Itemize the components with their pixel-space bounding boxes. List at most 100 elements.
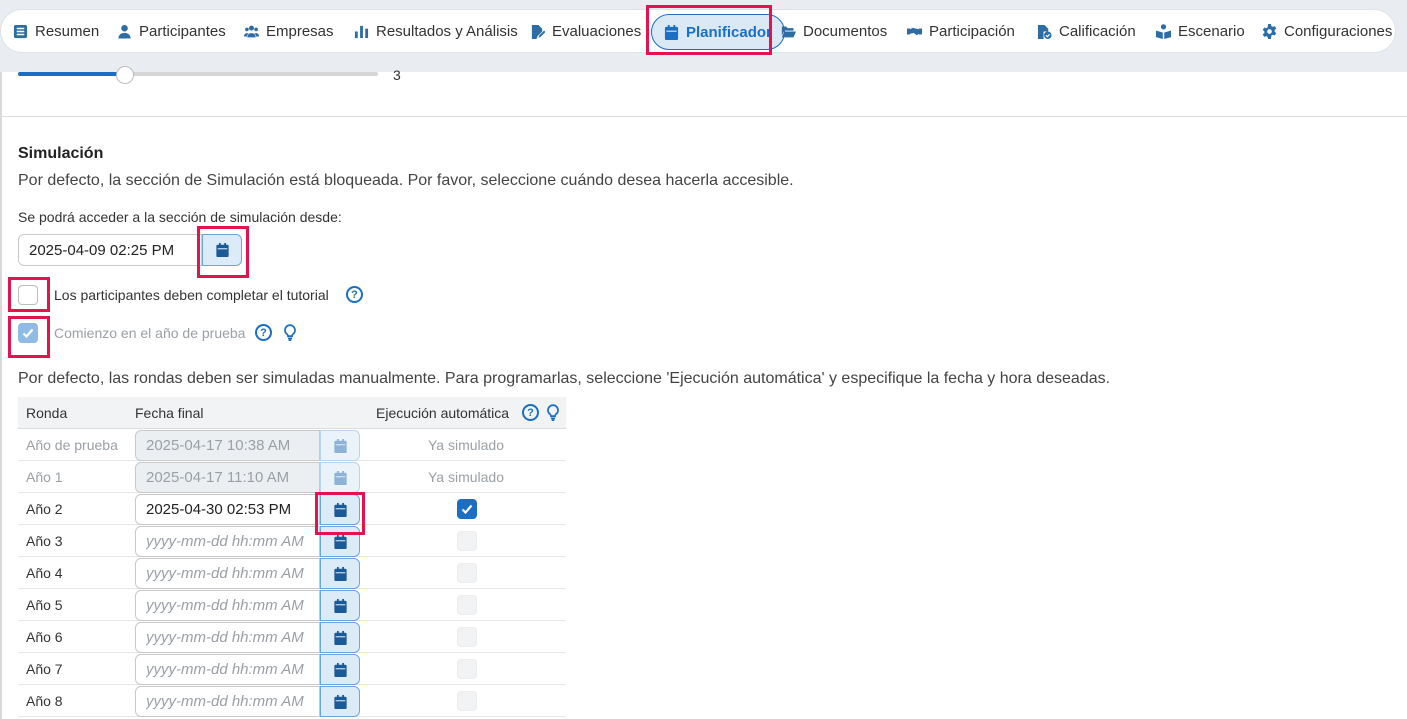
round-calendar-button[interactable] (320, 494, 360, 525)
calendar-icon (664, 24, 679, 40)
table-row: Año 2 (18, 493, 566, 525)
calendar-icon (333, 598, 347, 613)
auto-run-checkbox[interactable] (457, 627, 477, 647)
nav-item-escenario[interactable]: Escenario (1156, 10, 1245, 52)
nav-label: Participantes (139, 22, 226, 40)
trial-year-checkbox[interactable] (18, 323, 38, 343)
round-end-date-input[interactable] (135, 526, 320, 557)
slider-handle[interactable] (116, 66, 134, 84)
table-row: Año 8 (18, 685, 566, 717)
round-end-date-input[interactable] (135, 654, 320, 685)
nav-label: Documentos (803, 22, 888, 40)
round-name: Año 6 (26, 629, 63, 645)
book-reader-icon (1156, 23, 1171, 39)
nav-label: Empresas (266, 22, 334, 40)
section-title: Simulación (18, 145, 104, 162)
auto-run-checkbox[interactable] (457, 563, 477, 583)
bar-chart-icon (354, 25, 369, 38)
main-nav: Resumen Participantes Empresas Resultado… (0, 9, 1396, 53)
auto-run-checkbox[interactable] (457, 531, 477, 551)
round-name: Año 3 (26, 533, 63, 549)
round-end-date-input[interactable] (135, 622, 320, 653)
nav-item-resultados[interactable]: Resultados y Análisis (354, 10, 518, 52)
auto-run-checkbox[interactable] (457, 691, 477, 711)
folder-open-icon (781, 26, 796, 37)
access-calendar-button[interactable] (202, 234, 242, 266)
help-icon[interactable]: ? (255, 324, 272, 341)
table-row: Año 3 (18, 525, 566, 557)
round-calendar-button[interactable] (320, 654, 360, 685)
table-row: Año 7 (18, 653, 566, 685)
nav-label: Planificador (686, 23, 772, 41)
section-description: Por defecto, la sección de Simulación es… (18, 172, 794, 189)
round-calendar-button (320, 462, 360, 493)
round-calendar-button[interactable] (320, 686, 360, 717)
rounds-description: Por defecto, las rondas deben ser simula… (18, 370, 1111, 387)
nav-item-configuraciones[interactable]: Configuraciones (1262, 10, 1392, 52)
top-bar: Resumen Participantes Empresas Resultado… (0, 0, 1407, 72)
calendar-icon (333, 630, 347, 645)
nav-item-participantes[interactable]: Participantes (117, 10, 226, 52)
table-row: Año 1 Ya simulado (18, 461, 566, 493)
list-icon (13, 24, 28, 38)
nav-label: Configuraciones (1284, 22, 1393, 40)
round-status: Ya simulado (427, 437, 504, 453)
calendar-icon (333, 694, 347, 709)
round-end-date-input (135, 430, 320, 461)
round-end-date-input[interactable] (135, 558, 320, 589)
round-calendar-button (320, 430, 360, 461)
column-header-end-date: Fecha final (135, 405, 204, 421)
help-icon[interactable]: ? (522, 404, 539, 421)
round-calendar-button[interactable] (320, 622, 360, 653)
auto-run-checkbox[interactable] (457, 499, 477, 519)
round-end-date-input[interactable] (135, 494, 320, 525)
file-edit-icon (531, 24, 545, 39)
nav-item-empresas[interactable]: Empresas (244, 10, 334, 52)
access-datetime-input[interactable] (18, 234, 202, 266)
access-date-label: Se podrá acceder a la sección de simulac… (18, 209, 342, 225)
nav-item-planificador[interactable]: Planificador (651, 14, 785, 50)
nav-item-evaluaciones[interactable]: Evaluaciones (530, 10, 641, 52)
nav-label: Escenario (1178, 22, 1245, 40)
round-end-date-input[interactable] (135, 590, 320, 621)
nav-label: Resumen (35, 22, 100, 40)
auto-run-checkbox[interactable] (457, 659, 477, 679)
lightbulb-icon[interactable] (546, 404, 560, 422)
lightbulb-icon[interactable] (283, 324, 297, 342)
round-name: Año de prueba (26, 437, 118, 453)
nav-item-calificacion[interactable]: Calificación (1037, 10, 1136, 52)
round-name: Año 8 (26, 693, 63, 709)
round-calendar-button[interactable] (320, 526, 360, 557)
table-row: Año 5 (18, 589, 566, 621)
round-calendar-button[interactable] (320, 558, 360, 589)
slider-fill (18, 72, 126, 76)
user-icon (118, 24, 131, 39)
handshake-icon (907, 27, 922, 35)
round-name: Año 2 (26, 501, 63, 517)
calendar-icon (215, 243, 229, 257)
round-name: Año 4 (26, 565, 63, 581)
calendar-icon (333, 662, 347, 677)
round-calendar-button[interactable] (320, 590, 360, 621)
tutorial-checkbox[interactable] (18, 285, 38, 305)
nav-label: Evaluaciones (552, 22, 642, 40)
users-icon (244, 25, 259, 37)
auto-run-checkbox[interactable] (457, 595, 477, 615)
calendar-icon (333, 534, 347, 549)
table-row: Año 4 (18, 557, 566, 589)
round-name: Año 7 (26, 661, 63, 677)
calendar-icon (333, 566, 347, 581)
nav-item-resumen[interactable]: Resumen (13, 10, 99, 52)
round-name: Año 1 (26, 469, 63, 485)
nav-item-documentos[interactable]: Documentos (781, 10, 887, 52)
help-icon[interactable]: ? (346, 286, 363, 303)
calendar-icon (333, 502, 347, 517)
slider-value: 3 (393, 67, 401, 83)
nav-item-participacion[interactable]: Participación (907, 10, 1015, 52)
column-header-round: Ronda (26, 405, 68, 421)
checkmark-icon (461, 504, 473, 515)
round-end-date-input (135, 462, 320, 493)
column-header-auto: Ejecución automática (376, 405, 510, 421)
round-end-date-input[interactable] (135, 686, 320, 717)
table-row: Año 6 (18, 621, 566, 653)
